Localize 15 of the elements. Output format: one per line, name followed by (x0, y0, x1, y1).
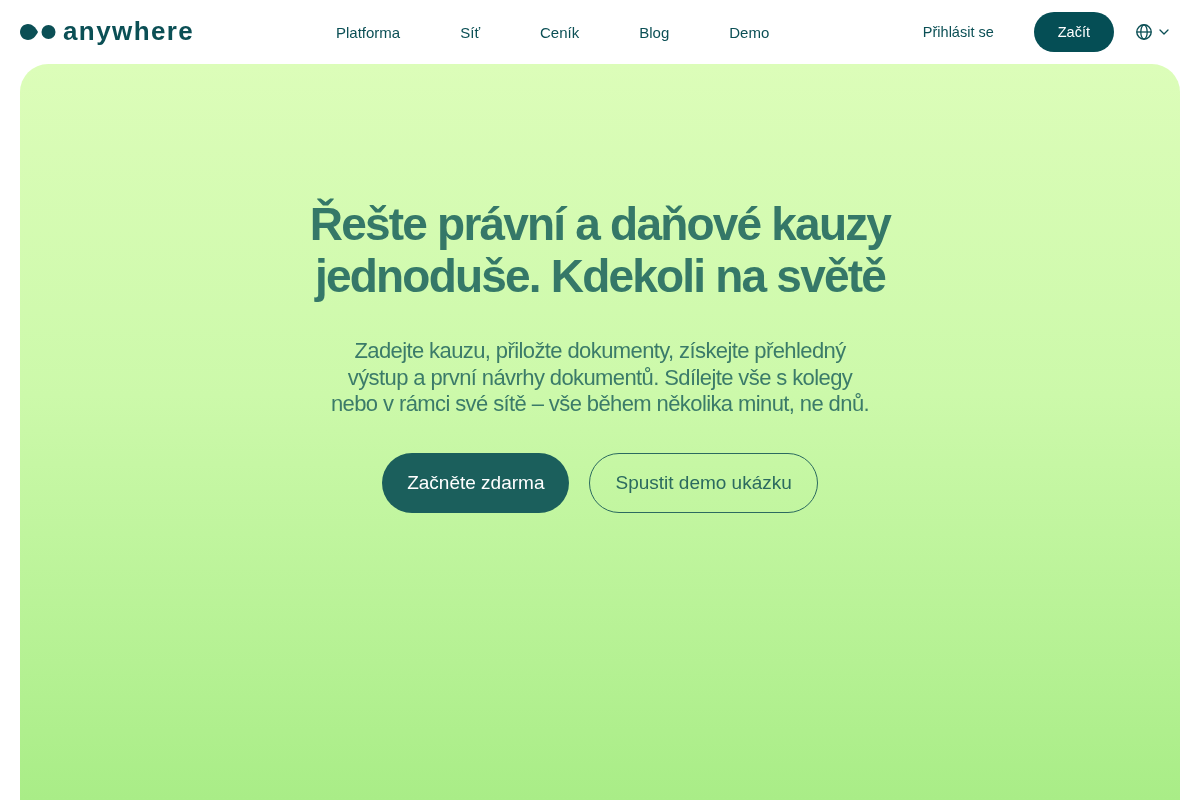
login-link[interactable]: Přihlásit se (922, 24, 994, 40)
chevron-down-icon (1159, 29, 1169, 35)
hero-description: Zadejte kauzu, přiložte dokumenty, získejte přehledný výstup a první návrhy dokumentů. Sdílejte vše s kolegy nebo v rámci své sítě – vše během několika minut, ne dnů. (329, 338, 871, 418)
nav-link[interactable]: Ceník (540, 23, 580, 41)
nav-link[interactable]: Platforma (336, 23, 401, 41)
nav-link[interactable]: Blog (639, 23, 670, 41)
nav-link[interactable]: Demo (729, 23, 770, 41)
hero-heading: Řešte právní a daňové kauzy jednoduše. Kdekoli na světě (308, 198, 892, 302)
start-free-button[interactable]: Začněte zdarma (382, 452, 570, 513)
logo-drops-icon (20, 24, 56, 40)
globe-icon (1136, 24, 1152, 40)
language-menu-button[interactable] (1136, 24, 1169, 40)
logo-link[interactable]: anywhere (20, 20, 195, 44)
start-button[interactable]: Začít (1033, 12, 1114, 52)
nav-link[interactable]: Síť (460, 23, 480, 41)
